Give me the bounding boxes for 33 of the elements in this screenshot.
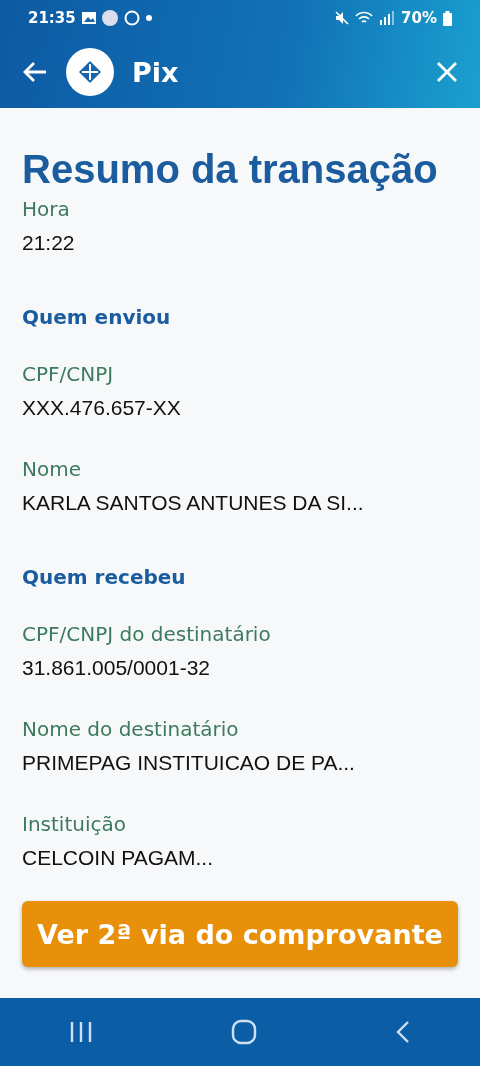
field-label: CPF/CNPJ [22, 361, 115, 387]
recent-apps-icon[interactable] [69, 1021, 93, 1043]
battery-percent: 70% [401, 9, 437, 27]
back-arrow-icon[interactable] [22, 61, 48, 83]
receipt-button[interactable]: Ver 2ª via do comprovante [22, 901, 458, 967]
status-time: 21:35 [28, 9, 76, 27]
signal-icon [379, 11, 396, 25]
field-value: PRIMEPAG INSTITUICAO DE PA... [22, 750, 356, 776]
field-value: 31.861.005/0001-32 [22, 655, 211, 681]
app-title: Pix [132, 56, 180, 88]
dot-icon [145, 15, 152, 21]
field-label: CPF/CNPJ do destinatário [22, 621, 272, 647]
wifi-icon [355, 11, 374, 25]
page-title: Resumo da transação [22, 146, 438, 193]
battery-icon [443, 10, 452, 26]
field-value: KARLA SANTOS ANTUNES DA SI... [22, 490, 365, 516]
field-value: 21:22 [22, 230, 76, 256]
section-heading: Quem recebeu [22, 564, 187, 591]
field-value: CELCOIN PAGAM... [22, 845, 214, 871]
app-icon [101, 10, 118, 26]
field-value: XXX.476.657-XX [22, 395, 182, 421]
close-icon[interactable] [436, 61, 458, 83]
section-heading: Quem enviou [22, 304, 172, 331]
field-label: Hora [22, 196, 71, 222]
chat-icon [123, 10, 140, 26]
home-icon[interactable] [231, 1019, 257, 1045]
gallery-icon [81, 12, 96, 24]
back-icon[interactable] [395, 1020, 411, 1044]
field-label: Nome do destinatário [22, 716, 240, 742]
pix-logo [66, 48, 114, 96]
field-label: Instituição [22, 811, 127, 837]
mute-icon [335, 11, 350, 25]
field-label: Nome [22, 456, 82, 482]
